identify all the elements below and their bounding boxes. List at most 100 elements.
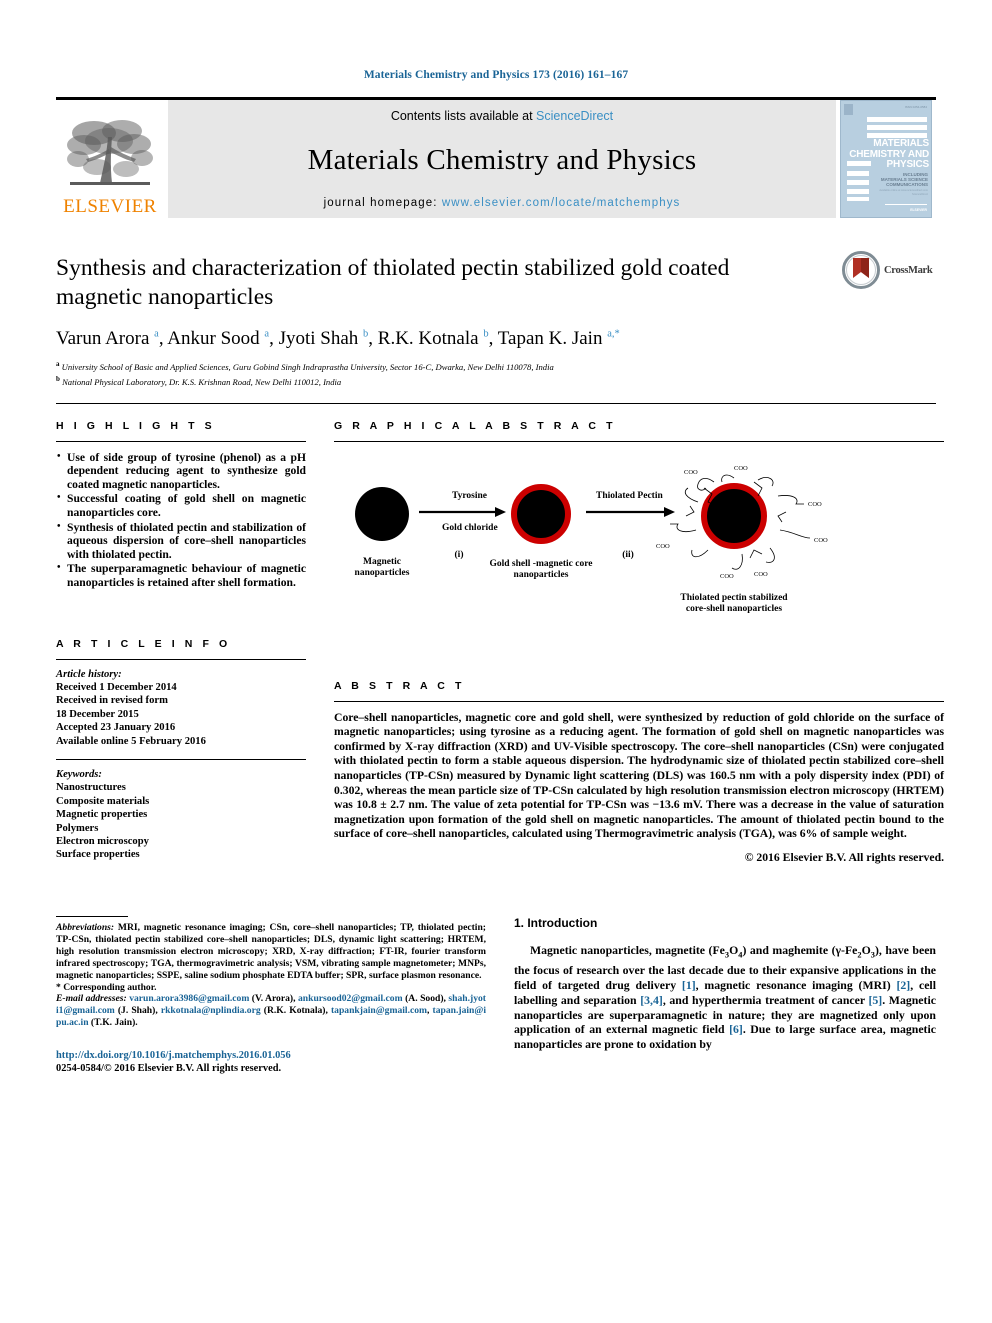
author-item[interactable]: Tapan K. Jain a,* [498, 328, 620, 349]
svg-text:COO: COO [720, 573, 734, 580]
homepage-label: journal homepage: [323, 197, 442, 209]
elsevier-wordmark: ELSEVIER [63, 196, 157, 217]
email-link[interactable]: tapankjain@gmail.com [331, 1005, 427, 1016]
svg-text:Gold shell -magnetic core: Gold shell -magnetic core [490, 559, 593, 569]
list-item: Use of side group of tyrosine (phenol) a… [56, 450, 306, 492]
journal-cover-thumbnail: ISSN 0254-0584 MATERIALS CHEMISTRY AND P… [840, 100, 936, 218]
svg-text:COO: COO [656, 543, 670, 550]
magnetic-nanoparticle-shape [355, 486, 409, 541]
svg-text:Thiolated Pectin: Thiolated Pectin [596, 491, 663, 501]
abstract-rule [334, 700, 944, 702]
email-owner: (V. Arora), [249, 993, 298, 1005]
svg-text:COO: COO [684, 469, 698, 476]
cover-footer-text: ELSEVIER [910, 208, 927, 212]
svg-text:core-shell nanoparticles: core-shell nanoparticles [686, 604, 782, 614]
author-item[interactable]: Ankur Sood a [167, 328, 269, 349]
email-owner: (A. Sood), [402, 993, 449, 1005]
journal-title: Materials Chemistry and Physics [307, 143, 697, 176]
keyword-item[interactable]: Polymers [56, 822, 306, 835]
doi-block: http://dx.doi.org/10.1016/j.matchemphys.… [56, 1049, 486, 1075]
author-item[interactable]: R.K. Kotnala b [378, 328, 489, 349]
list-item: The superparamagnetic behaviour of magne… [56, 561, 306, 589]
graphical-abstract-svg: Magnetic nanoparticles Tyrosine Gold chl… [355, 465, 828, 614]
introduction-column: 1. Introduction Magnetic nanoparticles, … [514, 916, 936, 1075]
email-link[interactable]: varun.arora3986@gmail.com [129, 993, 249, 1004]
footnotes-column: Abbreviations: MRI, magnetic resonance i… [56, 915, 486, 1075]
keyword-item[interactable]: Electron microscopy [56, 835, 306, 848]
contents-prefix: Contents lists available at [390, 109, 537, 123]
cover-title-3: PHYSICS [886, 159, 929, 170]
cover-artwork: ISSN 0254-0584 MATERIALS CHEMISTRY AND P… [840, 100, 932, 218]
keyword-item[interactable]: Composite materials [56, 795, 306, 808]
keyword-item[interactable]: Surface properties [56, 848, 306, 861]
sciencedirect-link[interactable]: ScienceDirect [536, 109, 613, 123]
keyword-item[interactable]: Magnetic properties [56, 808, 306, 821]
crossmark-badge[interactable]: CrossMark [842, 248, 938, 292]
keyword-item[interactable]: Nanostructures [56, 781, 306, 794]
journal-masthead: ELSEVIER Contents lists available at Sci… [56, 97, 936, 218]
elsevier-logo: ELSEVIER [56, 100, 164, 218]
author-item[interactable]: Varun Arora a [56, 328, 159, 349]
author-item[interactable]: Jyoti Shah b [279, 328, 369, 349]
page-title: Synthesis and characterization of thiola… [56, 255, 730, 310]
svg-text:nanoparticles: nanoparticles [514, 570, 569, 580]
email-owner: (J. Shah), [114, 1005, 161, 1017]
svg-text:COO: COO [754, 571, 768, 578]
abbreviations-label: Abbreviations: [56, 921, 115, 933]
email-link[interactable]: ankursood02@gmail.com [298, 993, 403, 1004]
affiliation-b-text: National Physical Laboratory, Dr. K.S. K… [62, 377, 342, 388]
highlights-heading: H I G H L I G H T S [56, 419, 216, 432]
homepage-url[interactable]: www.elsevier.com/locate/matchemphys [442, 197, 681, 209]
article-history-label: Article history: [56, 668, 122, 680]
email-label: E-mail addresses: [56, 993, 127, 1005]
svg-text:Magnetic: Magnetic [363, 557, 401, 567]
citation-ref[interactable]: [1] [682, 978, 696, 992]
main-columns: H I G H L I G H T S Use of side group of… [56, 404, 944, 864]
author-list: Varun Arora a, Ankur Sood a, Jyoti Shah … [56, 327, 620, 349]
svg-text:Thiolated pectin stabilized: Thiolated pectin stabilized [680, 593, 788, 603]
article-history: Article history: Received 1 December 201… [56, 668, 306, 748]
doi-link[interactable]: http://dx.doi.org/10.1016/j.matchemphys.… [56, 1050, 291, 1061]
crossmark-icon [842, 251, 880, 289]
email-owner: (R.K. Kotnala), [260, 1005, 331, 1017]
highlights-list: Use of side group of tyrosine (phenol) a… [56, 450, 306, 590]
svg-text:COO: COO [808, 501, 822, 508]
cover-issn-text: ISSN 0254-0584 [904, 105, 927, 109]
cover-fineprint-2: ScienceDirect [911, 193, 928, 196]
journal-homepage-line: journal homepage: www.elsevier.com/locat… [324, 197, 681, 209]
svg-text:COO: COO [734, 465, 748, 472]
abstract-copyright: © 2016 Elsevier B.V. All rights reserved… [744, 850, 944, 864]
elsevier-tree-icon [67, 120, 153, 185]
article-info-rule [56, 658, 306, 660]
svg-text:(ii): (ii) [622, 549, 634, 560]
keywords-rule [56, 759, 306, 761]
article-info-heading: A R T I C L E I N F O [56, 637, 231, 650]
citation-ref[interactable]: [6] [729, 1022, 743, 1036]
list-item: Successful coating of gold shell on magn… [56, 491, 306, 519]
history-item: Received in revised form [56, 695, 168, 707]
svg-text:Tyrosine: Tyrosine [452, 491, 487, 501]
highlights-rule [56, 440, 306, 442]
footnote-rule [56, 915, 128, 917]
cover-elsevier-mark [844, 104, 853, 115]
citation-ref[interactable]: [5] [868, 993, 882, 1007]
cover-sub-3: COMMUNICATIONS [886, 182, 928, 187]
email-owner: (T.K. Jain). [88, 1017, 138, 1029]
article-page: Materials Chemistry and Physics 173 (201… [0, 0, 992, 1323]
introduction-heading: 1. Introduction [514, 915, 598, 930]
keywords-label: Keywords: [56, 769, 102, 781]
graphical-abstract-heading: G R A P H I C A L A B S T R A C T [334, 419, 617, 432]
bottom-section: Abbreviations: MRI, magnetic resonance i… [56, 915, 936, 1075]
abbreviations-text: MRI, magnetic resonance imaging; CSn, co… [56, 921, 486, 981]
citation-ref[interactable]: [2] [896, 978, 910, 992]
citation-ref[interactable]: [3,4] [640, 993, 663, 1007]
affiliation-b: b National Physical Laboratory, Dr. K.S.… [56, 375, 342, 388]
issn-copyright-line: 0254-0584/© 2016 Elsevier B.V. All right… [56, 1063, 282, 1075]
email-link[interactable]: rkkotnala@nplindia.org [161, 1005, 261, 1016]
history-item: Received 1 December 2014 [56, 681, 177, 693]
running-head: Materials Chemistry and Physics 173 (201… [363, 69, 629, 81]
history-item: Accepted 23 January 2016 [56, 722, 176, 734]
list-item: Synthesis of thiolated pectin and stabil… [56, 520, 306, 562]
abstract-text: Core–shell nanoparticles, magnetic core … [334, 710, 944, 841]
svg-text:(i): (i) [455, 549, 464, 560]
